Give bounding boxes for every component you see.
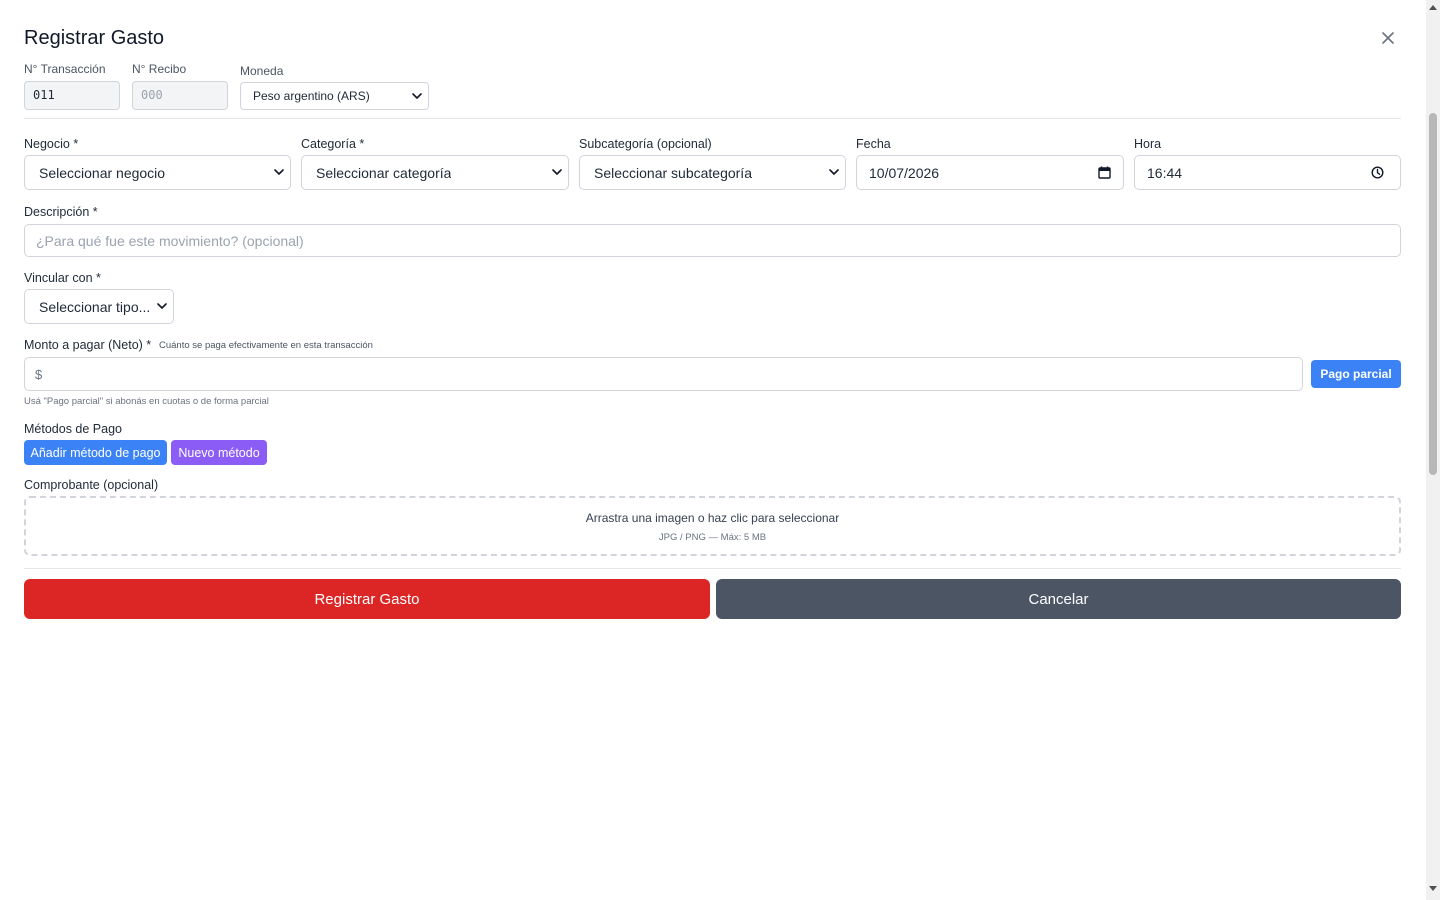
currency-label: Moneda	[240, 64, 284, 78]
description-input[interactable]: ¿Para qué fue este movimiento? (opcional…	[24, 224, 1401, 257]
calendar-icon[interactable]	[1098, 166, 1111, 179]
description-label: Descripción *	[24, 205, 98, 219]
receipt-dropzone[interactable]: Arrastra una imagen o haz clic para sele…	[24, 496, 1401, 556]
scroll-up-icon[interactable]	[1429, 4, 1437, 10]
cancel-button[interactable]: Cancelar	[716, 579, 1401, 619]
currency-select-value: Peso argentino (ARS)	[253, 89, 370, 103]
business-select[interactable]: Seleccionar negocio	[24, 155, 291, 190]
header-divider	[24, 118, 1401, 119]
date-input[interactable]: 10/07/2026	[856, 155, 1124, 190]
new-payment-method-button[interactable]: Nuevo método	[171, 440, 267, 465]
link-type-select[interactable]: Seleccionar tipo...	[24, 289, 174, 324]
scroll-down-icon[interactable]	[1429, 886, 1437, 892]
currency-select[interactable]: Peso argentino (ARS)	[240, 82, 429, 110]
partial-payment-button[interactable]: Pago parcial	[1311, 360, 1401, 388]
category-select[interactable]: Seleccionar categoría	[301, 155, 569, 190]
chevron-down-icon	[552, 169, 562, 175]
dropzone-main-text: Arrastra una imagen o haz clic para sele…	[585, 511, 840, 525]
receipt-number-label: N° Recibo	[132, 62, 187, 76]
chevron-down-icon	[829, 169, 839, 175]
transaction-number-field[interactable]: 011	[24, 81, 120, 110]
subcategory-label: Subcategoría (opcional)	[579, 137, 712, 151]
link-type-select-value: Seleccionar tipo...	[39, 298, 151, 315]
time-label: Hora	[1134, 137, 1162, 151]
payment-methods-label: Métodos de Pago	[24, 422, 122, 436]
chevron-down-icon	[412, 92, 422, 99]
time-input[interactable]: 16:44	[1134, 155, 1401, 190]
category-label: Categoría *	[301, 137, 365, 151]
subcategory-select-value: Seleccionar subcategoría	[594, 164, 752, 181]
description-placeholder: ¿Para qué fue este movimiento? (opcional…	[36, 232, 304, 249]
business-select-value: Seleccionar negocio	[39, 164, 166, 181]
clock-icon[interactable]	[1371, 166, 1384, 179]
modal-title: Registrar Gasto	[24, 27, 165, 49]
chevron-down-icon	[157, 303, 167, 309]
add-payment-method-button[interactable]: Añadir método de pago	[24, 440, 167, 465]
subcategory-select[interactable]: Seleccionar subcategoría	[579, 155, 846, 190]
link-with-label: Vincular con *	[24, 271, 101, 285]
time-value: 16:44	[1147, 164, 1183, 181]
footer-divider	[24, 568, 1401, 569]
amount-hint: Cuánto se paga efectivamente en esta tra…	[159, 340, 373, 351]
amount-input[interactable]: $	[24, 357, 1303, 391]
business-label: Negocio *	[24, 137, 79, 151]
scrollbar[interactable]	[1426, 0, 1440, 900]
category-select-value: Seleccionar categoría	[316, 164, 452, 181]
receipt-number-field[interactable]: 000	[132, 81, 228, 110]
amount-label: Monto a pagar (Neto) *	[24, 338, 152, 352]
register-expense-button[interactable]: Registrar Gasto	[24, 579, 710, 619]
amount-help-text: Usá "Pago parcial" si abonás en cuotas o…	[24, 396, 269, 407]
chevron-down-icon	[274, 169, 284, 175]
dropzone-sub-text: JPG / PNG — Máx: 5 MB	[658, 532, 767, 543]
date-value: 10/07/2026	[869, 164, 940, 181]
transaction-number-label: N° Transacción	[24, 62, 106, 76]
receipt-upload-label: Comprobante (opcional)	[24, 478, 159, 492]
currency-symbol: $	[35, 366, 43, 382]
close-icon[interactable]	[1381, 31, 1395, 45]
scrollbar-thumb[interactable]	[1429, 113, 1437, 475]
date-label: Fecha	[856, 137, 891, 151]
